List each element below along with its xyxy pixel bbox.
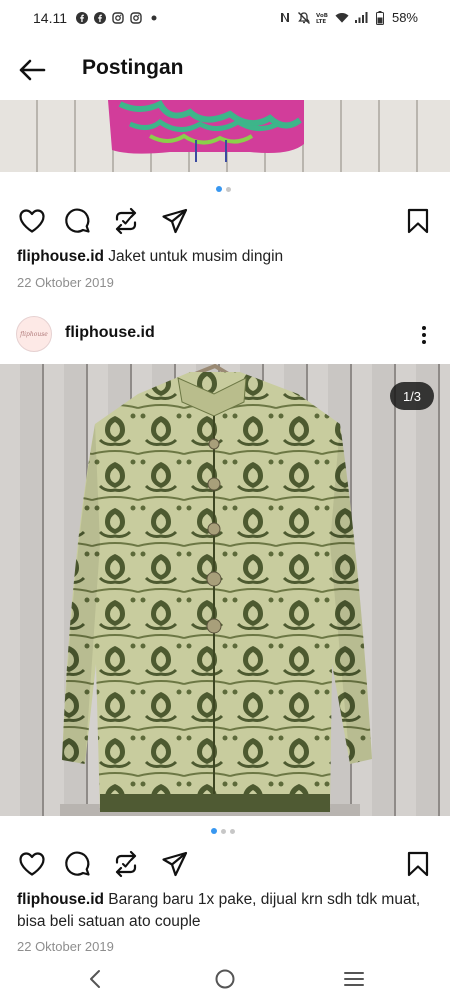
bookmark-icon bbox=[407, 851, 429, 877]
mute-icon bbox=[297, 11, 311, 25]
post-username[interactable]: fliphouse.id bbox=[65, 324, 155, 342]
volte-icon: VoB LTE bbox=[316, 11, 330, 25]
post-date: 22 Oktober 2019 bbox=[17, 275, 114, 290]
caption-username[interactable]: fliphouse.id bbox=[17, 248, 104, 265]
svg-text:LTE: LTE bbox=[316, 19, 326, 24]
carousel-dot bbox=[226, 186, 231, 192]
instagram-icon bbox=[129, 11, 142, 24]
post-image[interactable] bbox=[0, 100, 450, 172]
nav-back-button[interactable] bbox=[78, 964, 112, 994]
bookmark-icon bbox=[407, 208, 429, 234]
heart-icon bbox=[19, 209, 45, 233]
post-caption: fliphouse.id Barang baru 1x pake, dijual… bbox=[17, 889, 437, 933]
share-button[interactable] bbox=[160, 849, 190, 879]
share-button[interactable] bbox=[160, 206, 190, 236]
nfc-icon bbox=[278, 11, 292, 25]
carousel-indicator bbox=[216, 186, 231, 192]
caption-username[interactable]: fliphouse.id bbox=[17, 891, 104, 908]
save-button[interactable] bbox=[403, 849, 433, 879]
carousel-dot bbox=[211, 828, 217, 834]
signal-icon bbox=[354, 11, 368, 25]
recents-icon bbox=[344, 972, 364, 986]
avatar-text: fliphouse bbox=[20, 330, 48, 338]
notification-icons bbox=[75, 11, 160, 24]
comment-icon bbox=[65, 851, 90, 876]
battery-percent: 58% bbox=[391, 10, 418, 25]
repost-button[interactable] bbox=[111, 849, 141, 879]
avatar[interactable]: fliphouse bbox=[16, 316, 52, 352]
facebook-icon bbox=[93, 11, 106, 24]
nav-home-button[interactable] bbox=[208, 964, 242, 994]
like-button[interactable] bbox=[17, 206, 47, 236]
carousel-dot bbox=[230, 828, 235, 834]
instagram-icon bbox=[111, 11, 124, 24]
save-button[interactable] bbox=[403, 206, 433, 236]
carousel-indicator bbox=[211, 828, 235, 834]
share-icon bbox=[162, 851, 188, 877]
back-icon bbox=[90, 970, 100, 988]
system-nav-bar bbox=[0, 958, 450, 1000]
caption-text: Jaket untuk musim dingin bbox=[108, 248, 284, 265]
status-bar: 14.11 VoB LTE 58% bbox=[0, 0, 450, 36]
app-header: Postingan bbox=[0, 36, 450, 100]
post-actions bbox=[0, 200, 450, 240]
post-header: fliphouse fliphouse.id bbox=[0, 312, 450, 358]
carousel-dot bbox=[221, 828, 226, 834]
more-options-button[interactable] bbox=[412, 322, 436, 348]
facebook-icon bbox=[75, 11, 88, 24]
post-caption: fliphouse.id Jaket untuk musim dingin bbox=[17, 246, 437, 268]
back-button[interactable] bbox=[16, 56, 48, 84]
post-date: 22 Oktober 2019 bbox=[17, 939, 114, 954]
comment-button[interactable] bbox=[63, 206, 93, 236]
arrow-left-icon bbox=[19, 59, 46, 81]
carousel-dot bbox=[216, 186, 222, 192]
comment-icon bbox=[65, 208, 90, 233]
image-counter: 1/3 bbox=[390, 382, 434, 410]
system-icons: VoB LTE 58% bbox=[278, 10, 418, 25]
battery-icon bbox=[373, 10, 387, 25]
heart-icon bbox=[19, 852, 45, 876]
like-button[interactable] bbox=[17, 849, 47, 879]
repost-icon bbox=[115, 207, 137, 235]
status-time: 14.11 bbox=[33, 10, 67, 26]
repost-icon bbox=[115, 850, 137, 878]
wifi-icon bbox=[335, 11, 349, 25]
page-title: Postingan bbox=[82, 56, 184, 79]
nav-recents-button[interactable] bbox=[337, 964, 371, 994]
home-icon bbox=[215, 969, 235, 989]
repost-button[interactable] bbox=[111, 206, 141, 236]
post-actions bbox=[0, 843, 450, 883]
post-image[interactable] bbox=[0, 364, 450, 816]
share-icon bbox=[162, 208, 188, 234]
comment-button[interactable] bbox=[63, 849, 93, 879]
dot-icon bbox=[147, 11, 160, 24]
more-vertical-icon bbox=[422, 326, 426, 344]
